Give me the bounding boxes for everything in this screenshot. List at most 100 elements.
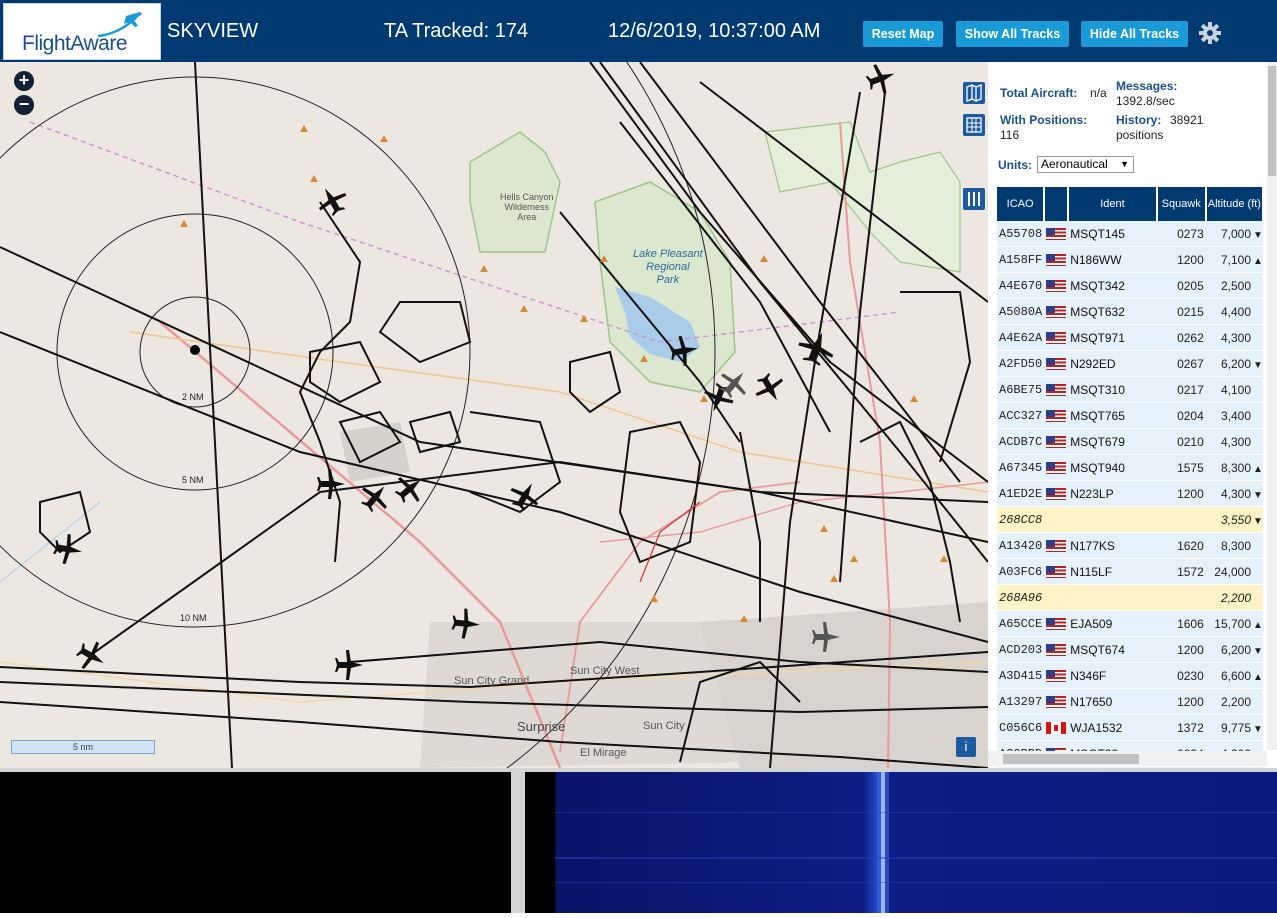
icao-cell: A4E670 xyxy=(997,272,1045,299)
messages-value: 1392.8/sec xyxy=(1116,94,1175,108)
altitude-trend-icon: ▼ xyxy=(1253,723,1263,735)
col-altitude[interactable]: Altitude (ft) xyxy=(1205,187,1265,221)
table-row[interactable]: A5080A MSQT632 0215 4,400 xyxy=(997,298,1263,325)
squawk-cell: 1200 xyxy=(1156,480,1206,507)
altitude-cell: 2,500 xyxy=(1205,272,1263,299)
icao-cell: A5080A xyxy=(997,298,1045,325)
altitude-value: 3,400 xyxy=(1220,408,1251,423)
table-row[interactable]: 268A96 2,200 xyxy=(997,584,1263,611)
grid-icon[interactable] xyxy=(963,114,985,136)
place-surprise: Surprise xyxy=(517,719,566,734)
table-row[interactable]: A1ED2E N223LP 1200 4,300 ▼ xyxy=(997,480,1263,507)
squawk-cell: 0205 xyxy=(1156,272,1206,299)
flag-cell xyxy=(1044,558,1069,585)
table-row[interactable]: A65CCE EJA509 1606 15,700 ▲ xyxy=(997,610,1263,637)
table-row[interactable]: A13297 N17650 1200 2,200 xyxy=(997,688,1263,715)
zoom-in-button[interactable]: + xyxy=(14,71,34,91)
col-ident[interactable]: Ident xyxy=(1068,187,1158,221)
flag-usa-icon xyxy=(1046,436,1067,449)
table-row[interactable]: A13420 N177KS 1620 8,300 xyxy=(997,532,1263,559)
col-squawk[interactable]: Squawk xyxy=(1156,187,1207,221)
squawk-cell: 1606 xyxy=(1156,610,1206,637)
altitude-cell: 4,300 ▼ xyxy=(1205,480,1263,507)
flightaware-logo[interactable]: FlightAware xyxy=(3,3,161,60)
altitude-value: 15,700 xyxy=(1214,616,1251,631)
altitude-cell: 6,200 ▼ xyxy=(1205,636,1263,663)
scrollbar-thumb[interactable] xyxy=(1268,66,1276,176)
map-view[interactable]: + − Hells Canyon Wilderness Area Lake Pl… xyxy=(0,62,988,768)
total-aircraft-label: Total Aircraft: xyxy=(1000,86,1078,100)
col-flag[interactable] xyxy=(1044,187,1070,221)
flag-usa-icon xyxy=(1046,410,1067,423)
table-row[interactable]: A67345 MSQT940 1575 8,300 ▲ xyxy=(997,454,1263,481)
altitude-trend-icon: ▼ xyxy=(1253,645,1263,657)
icao-cell: A2FD50 xyxy=(997,350,1045,377)
table-row[interactable]: 268CC8 3,550 ▼ xyxy=(997,506,1263,533)
altitude-value: 9,775 xyxy=(1220,720,1251,735)
flag-cell xyxy=(1044,428,1069,455)
squawk-cell: 1200 xyxy=(1156,246,1206,273)
history-value: 38921 xyxy=(1170,113,1204,127)
table-row[interactable]: ACDB7C MSQT679 0210 4,300 xyxy=(997,428,1263,455)
flag-usa-icon xyxy=(1046,280,1067,293)
info-icon[interactable]: i xyxy=(956,737,976,757)
icao-cell: A6BE75 xyxy=(997,376,1045,403)
table-row[interactable]: A4E62A MSQT971 0262 4,300 xyxy=(997,324,1263,351)
flag-cell xyxy=(1044,402,1069,429)
ident-cell: MSQT310 xyxy=(1068,376,1157,403)
table-row[interactable]: A03FC6 N115LF 1572 24,000 xyxy=(997,558,1263,585)
hide-all-tracks-button[interactable]: Hide All Tracks xyxy=(1081,21,1188,47)
altitude-value: 6,200 xyxy=(1220,642,1251,657)
altitude-value: 4,400 xyxy=(1220,304,1251,319)
ident-cell: EJA509 xyxy=(1068,610,1157,637)
icao-cell: ACD203 xyxy=(997,636,1045,663)
table-row[interactable]: A6BE75 MSQT310 0217 4,100 xyxy=(997,376,1263,403)
altitude-cell: 24,000 xyxy=(1205,558,1263,585)
altitude-cell: 3,550 ▼ xyxy=(1205,506,1263,533)
altitude-cell: 4,400 xyxy=(1205,298,1263,325)
table-row[interactable]: A2FD50 N292ED 0267 6,200 ▼ xyxy=(997,350,1263,377)
squawk-cell: 0217 xyxy=(1156,376,1206,403)
pane-divider[interactable] xyxy=(511,772,525,913)
squawk-cell: 0215 xyxy=(1156,298,1206,325)
reset-map-button[interactable]: Reset Map xyxy=(863,21,943,47)
icao-cell: A55708 xyxy=(997,221,1045,247)
flag-usa-icon xyxy=(1046,358,1067,371)
ident-cell: MSQT674 xyxy=(1068,636,1157,663)
place-sun-city-west: Sun City West xyxy=(570,665,640,677)
altitude-trend-icon: ▲ xyxy=(1253,671,1263,683)
altitude-trend-icon: ▼ xyxy=(1253,229,1263,241)
col-icao[interactable]: ICAO xyxy=(997,187,1046,221)
icao-cell: A3D415 xyxy=(997,662,1045,689)
columns-toggle-icon[interactable] xyxy=(963,188,985,210)
flag-cell xyxy=(1044,636,1069,663)
icao-cell: A67345 xyxy=(997,454,1045,481)
flag-cell xyxy=(1044,532,1069,559)
icao-cell: A03FC6 xyxy=(997,558,1045,585)
ident-cell: N223LP xyxy=(1068,480,1157,507)
icao-cell: A13297 xyxy=(997,688,1045,715)
map-layers-icon[interactable] xyxy=(963,82,985,104)
squawk-cell: 0262 xyxy=(1156,324,1206,351)
gear-icon[interactable] xyxy=(1198,21,1222,45)
show-all-tracks-button[interactable]: Show All Tracks xyxy=(956,21,1069,47)
flag-cell xyxy=(1044,272,1069,299)
altitude-cell: 7,100 ▲ xyxy=(1205,246,1263,273)
ident-cell xyxy=(1068,584,1157,611)
icao-cell: ACC327 xyxy=(997,402,1045,429)
altitude-value: 2,200 xyxy=(1220,590,1251,605)
table-row[interactable]: A55708 MSQT145 0273 7,000 ▼ xyxy=(997,221,1263,247)
units-select[interactable]: Aeronautical ▼ xyxy=(1037,156,1134,173)
table-row[interactable]: A4E670 MSQT342 0205 2,500 xyxy=(997,272,1263,299)
squawk-cell: 0230 xyxy=(1156,662,1206,689)
table-row[interactable]: ACD203 MSQT674 1200 6,200 ▼ xyxy=(997,636,1263,663)
zoom-out-button[interactable]: − xyxy=(14,95,34,115)
hscrollbar-thumb[interactable] xyxy=(1003,754,1139,764)
squawk-cell: 1200 xyxy=(1156,636,1206,663)
table-row[interactable]: C056C6 WJA1532 1372 9,775 ▼ xyxy=(997,714,1263,741)
table-row[interactable]: ACC327 MSQT765 0204 3,400 xyxy=(997,402,1263,429)
table-row[interactable]: A3D415 N346F 0230 6,600 ▲ xyxy=(997,662,1263,689)
table-row[interactable]: A158FF N186WW 1200 7,100 ▲ xyxy=(997,246,1263,273)
flag-cell xyxy=(1044,221,1069,247)
altitude-cell: 4,300 xyxy=(1205,324,1263,351)
